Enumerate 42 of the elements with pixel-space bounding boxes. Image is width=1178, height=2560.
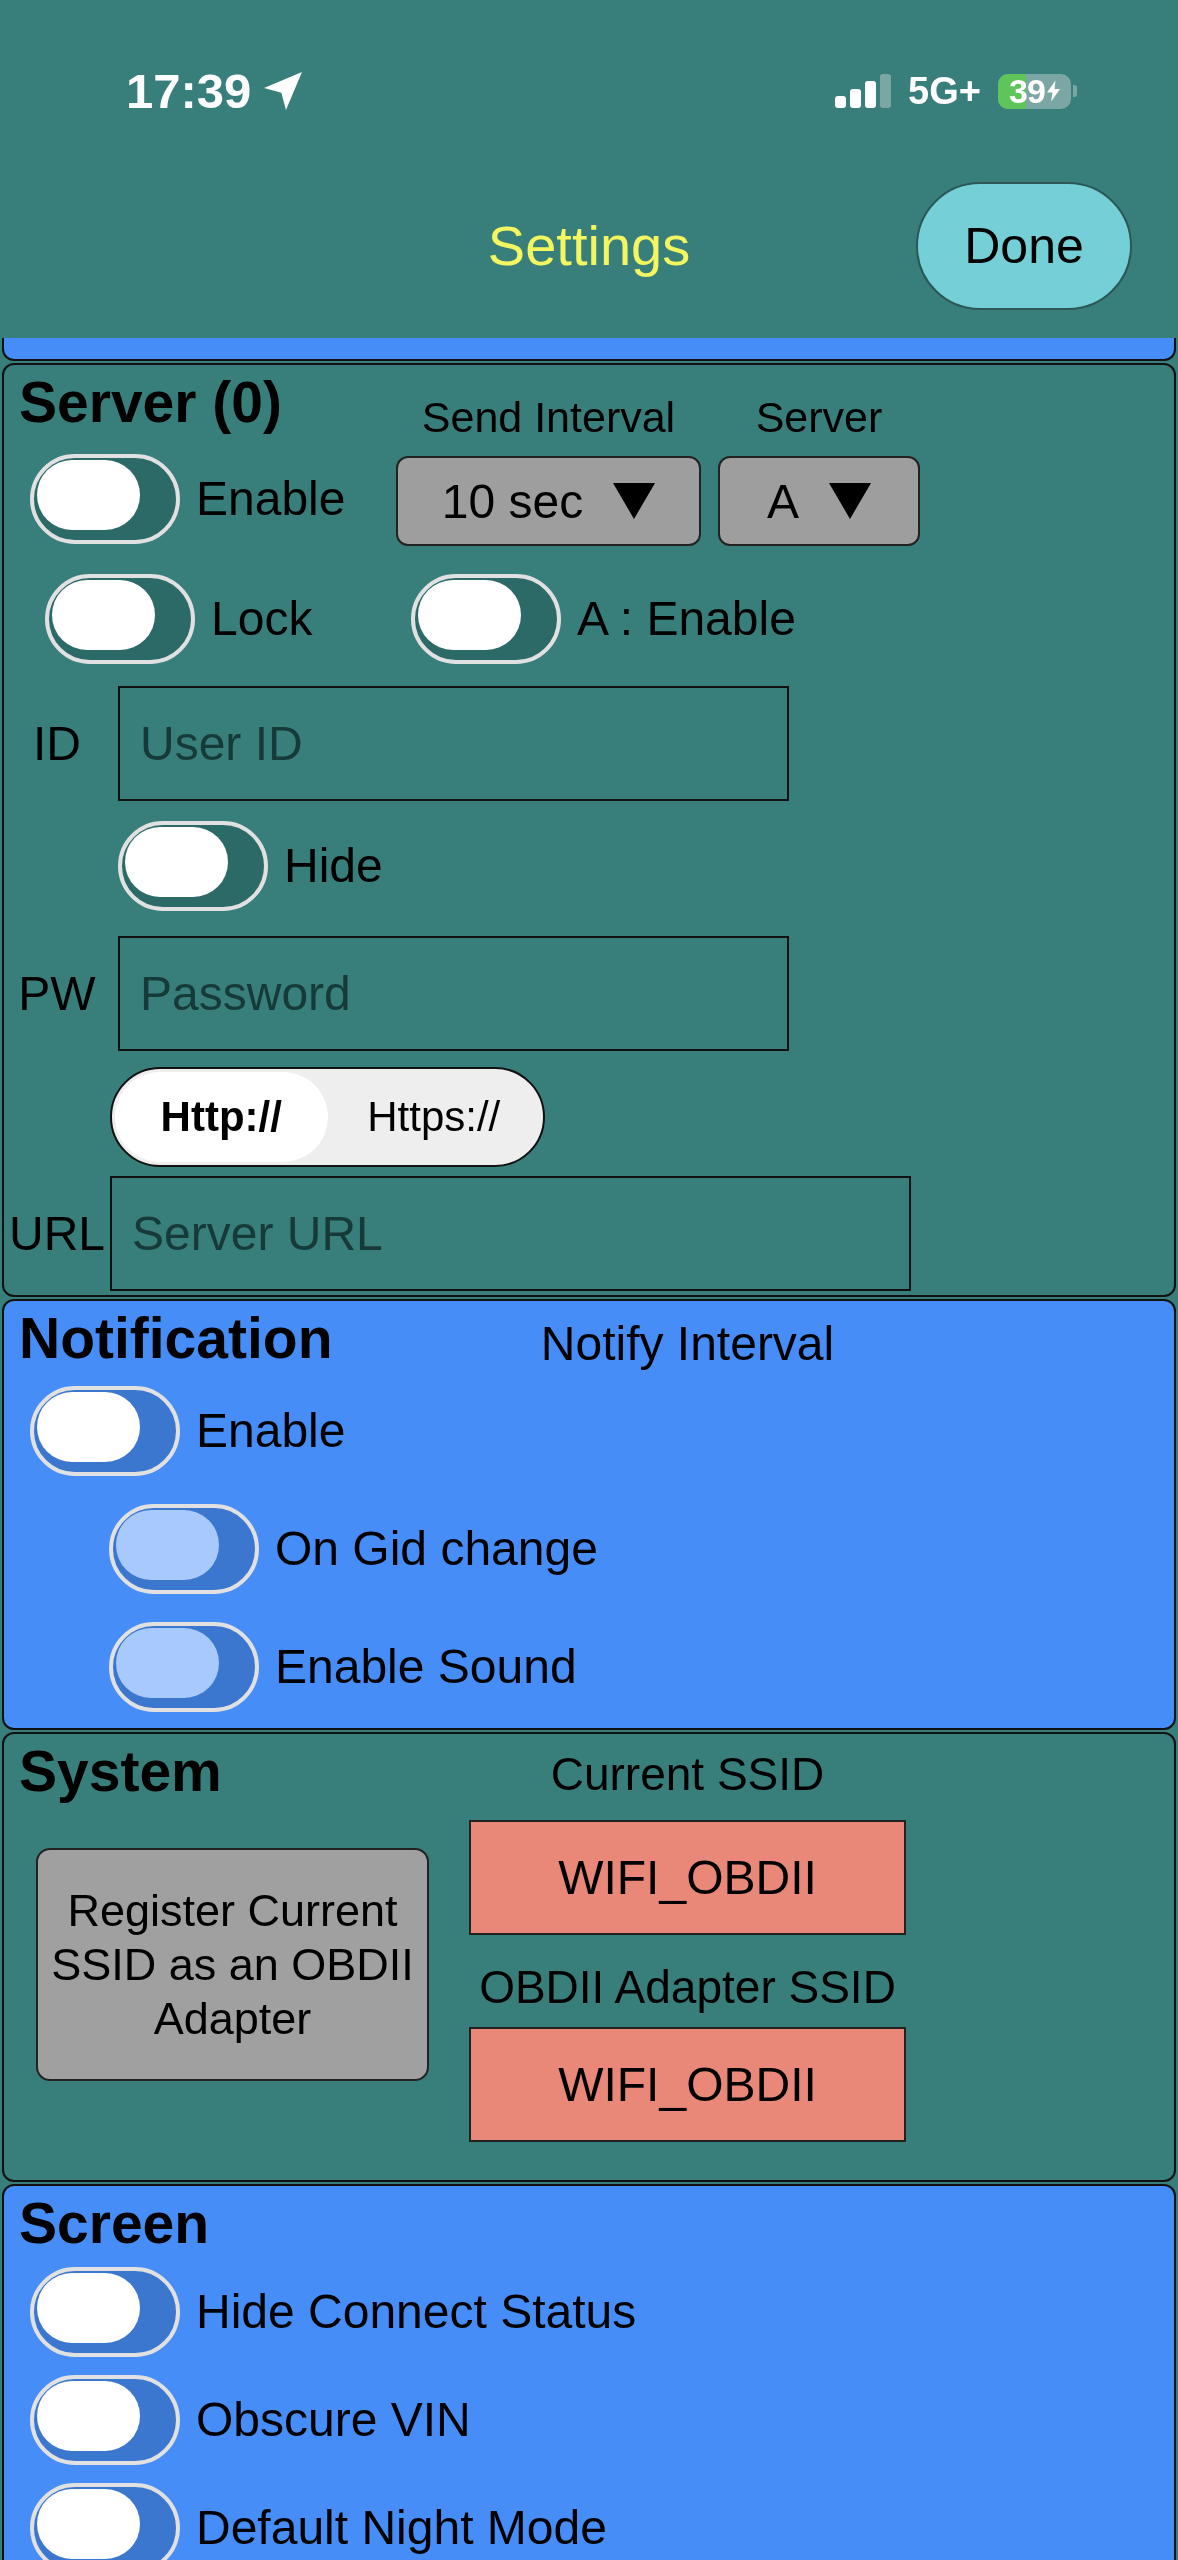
signal-icon: [835, 74, 892, 108]
password-field[interactable]: Password: [118, 936, 789, 1051]
dropdown-label: Send Interval: [420, 396, 677, 438]
ssid-label: Current SSID: [549, 1749, 826, 1799]
ssid-display: WIFI_OBDII: [469, 1820, 906, 1935]
section-title: Screen: [19, 2191, 211, 2255]
done-button[interactable]: Done: [916, 182, 1132, 310]
section-title: System: [19, 1739, 223, 1803]
field-label: ID: [32, 715, 82, 772]
toggle-label: Hide Connect Status: [196, 2286, 637, 2338]
field-label: PW: [17, 965, 97, 1022]
protocol-segment[interactable]: Http://: [115, 1072, 328, 1162]
user-id-field[interactable]: User ID: [118, 686, 789, 801]
location-arrow-icon: [264, 72, 303, 110]
server-dropdown[interactable]: A: [718, 456, 920, 546]
toggle-label: Enable Sound: [275, 1641, 577, 1693]
toggle-label: Hide: [284, 840, 383, 892]
caret-icon: [613, 483, 656, 519]
protocol-segment[interactable]: Https://: [327, 1072, 540, 1162]
register-ssid-button[interactable]: Register Current SSID as an OBDII Adapter: [36, 1848, 429, 2081]
server-url-field[interactable]: Server URL: [110, 1176, 911, 1291]
network-type-label: 5G+: [908, 69, 981, 113]
interval-dropdown[interactable]: 10 sec: [396, 456, 701, 546]
toggle-label: Obscure VIN: [196, 2394, 471, 2446]
field-label: URL: [8, 1205, 106, 1262]
toggle-label: Enable: [196, 472, 346, 525]
caret-icon: [829, 483, 871, 519]
toggle-label: Lock: [211, 593, 313, 645]
section-title: Server (0): [19, 370, 283, 436]
toggle-label: Default Night Mode: [196, 2502, 607, 2554]
status-time: 17:39: [126, 63, 252, 119]
bolt-icon: [1046, 80, 1060, 102]
section-title: Notification: [19, 1306, 334, 1370]
notify-interval-label: Notify Interval: [539, 1319, 836, 1369]
toggle-label: Enable: [196, 1405, 346, 1457]
toggle-label: On Gid change: [275, 1523, 598, 1575]
ssid-display: WIFI_OBDII: [469, 2027, 906, 2142]
screen-title: Settings: [487, 214, 691, 278]
ssid-label: OBDII Adapter SSID: [478, 1962, 897, 2012]
toggle-label: A : Enable: [577, 593, 796, 645]
dropdown-label: Server: [754, 396, 884, 438]
protocol-segmented-control[interactable]: Http:// Https://: [110, 1067, 545, 1167]
